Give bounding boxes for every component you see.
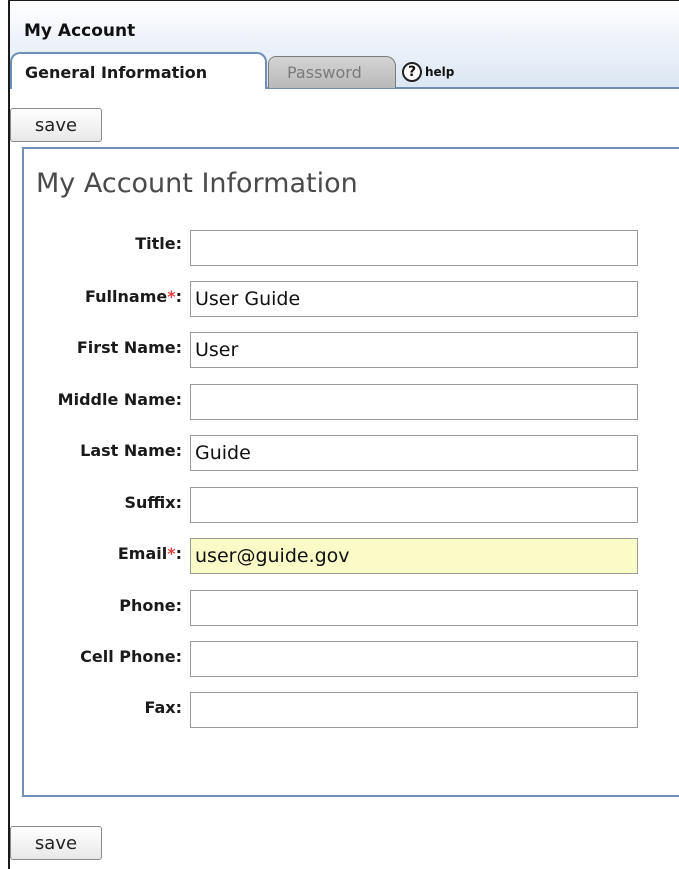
tab-password[interactable]: Password	[268, 56, 396, 88]
cell-phone-input[interactable]	[190, 641, 638, 677]
fullname-label: Fullname*:	[85, 287, 182, 306]
middle-name-label: Middle Name:	[57, 390, 182, 409]
fax-label: Fax:	[144, 698, 182, 717]
title-input[interactable]	[190, 230, 638, 266]
cell-phone-label: Cell Phone:	[80, 647, 182, 666]
help-link[interactable]: ? help	[402, 60, 454, 84]
last-name-label: Last Name:	[80, 441, 182, 460]
email-input[interactable]	[190, 538, 638, 574]
middle-name-input[interactable]	[190, 384, 638, 420]
title-label: Title:	[135, 234, 182, 253]
first-name-input[interactable]	[190, 332, 638, 368]
last-name-input[interactable]	[190, 435, 638, 471]
fax-input[interactable]	[190, 692, 638, 728]
help-label: help	[425, 65, 455, 79]
suffix-input[interactable]	[190, 487, 638, 523]
phone-input[interactable]	[190, 590, 638, 626]
fullname-input[interactable]	[190, 281, 638, 317]
question-icon: ?	[402, 62, 422, 82]
email-label: Email*:	[117, 544, 182, 563]
required-marker: *	[167, 544, 176, 563]
phone-label: Phone:	[119, 596, 182, 615]
suffix-label: Suffix:	[124, 493, 182, 512]
required-marker: *	[167, 287, 176, 306]
save-button-bottom[interactable]: save	[10, 826, 102, 860]
tab-general-information[interactable]: General Information	[10, 52, 267, 89]
tab-password-label: Password	[287, 63, 362, 82]
page-title: My Account	[24, 21, 136, 41]
form-title: My Account Information	[36, 168, 358, 199]
first-name-label: First Name:	[76, 338, 182, 357]
tab-general-information-label: General Information	[25, 63, 208, 82]
save-button-top[interactable]: save	[10, 108, 102, 142]
